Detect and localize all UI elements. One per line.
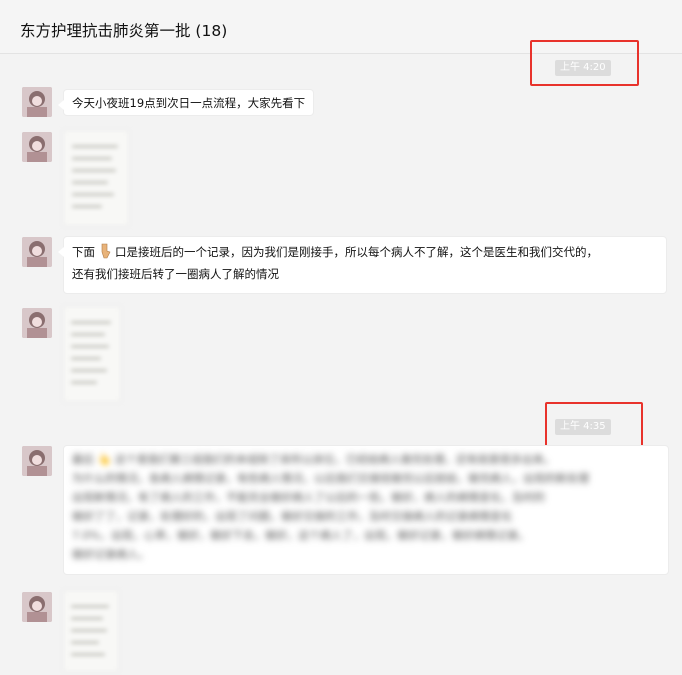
message-text-line: 做好了了，记录，处理好的，出现了问题，做好交接的工作，及时交接病人的记录病情变化 bbox=[72, 510, 512, 523]
chat-message-panel[interactable]: 上午 4:20 今天小夜班19点到次日一点流程，大家先看下 下面 口是接班后的一… bbox=[0, 40, 682, 675]
message-text-line: 还有我们接班后转了一圈病人了解的情况 bbox=[72, 267, 279, 281]
message-text-line: 做好记录病人。 bbox=[72, 548, 149, 561]
avatar[interactable] bbox=[22, 308, 52, 338]
timestamp-badge: 上午 4:20 bbox=[555, 60, 611, 76]
message-text-part: 口是接班后的一个记录，因为我们是刚接手，所以每个病人不了解，这个是医生和我们交代… bbox=[115, 245, 598, 259]
avatar[interactable] bbox=[22, 237, 52, 267]
avatar[interactable] bbox=[22, 446, 52, 476]
avatar-image bbox=[22, 237, 52, 267]
message-text-line: 出现新情况，有了病人的工作，不能完全做好病人了以后的一些。做好，病人的病情变化，… bbox=[72, 491, 545, 504]
message-text: 今天小夜班19点到次日一点流程，大家先看下 bbox=[72, 96, 306, 110]
message-image-thumbnail[interactable] bbox=[63, 130, 129, 226]
message-text-line: 为什么的情况，各病人病情记录，有些病人情况，以后我们交接班做完以后就给，做完病人… bbox=[72, 472, 589, 485]
message-bubble-text[interactable]: 下面 口是接班后的一个记录，因为我们是刚接手，所以每个病人不了解，这个是医生和我们… bbox=[58, 236, 667, 294]
message-text-line: 7.0%，出现，心率，做好，做好下去，做好，这个病人了，出现，做好记录，做好病情… bbox=[72, 529, 529, 542]
message-bubble-text[interactable]: 今天小夜班19点到次日一点流程，大家先看下 bbox=[57, 89, 315, 116]
timestamp-badge: 上午 4:35 bbox=[555, 419, 611, 435]
message-image-thumbnail[interactable] bbox=[63, 590, 119, 672]
avatar[interactable] bbox=[22, 132, 52, 162]
message-text-line: 最后 👆 这个是我们第三组我们的本组除了床所以床位，已经给病人做完处理，还有就是… bbox=[72, 453, 555, 466]
message-image-thumbnail[interactable] bbox=[63, 306, 121, 402]
avatar-image bbox=[22, 87, 52, 117]
message-bubble-text[interactable]: 最后 👆 这个是我们第三组我们的本组除了床所以床位，已经给病人做完处理，还有就是… bbox=[63, 445, 669, 575]
message-text-part: 下面 bbox=[72, 245, 95, 259]
chat-title: 东方护理抗击肺炎第一批 (18) bbox=[20, 22, 228, 40]
avatar[interactable] bbox=[22, 87, 52, 117]
avatar-image bbox=[22, 592, 52, 622]
avatar-image bbox=[22, 308, 52, 338]
avatar-image bbox=[22, 446, 52, 476]
avatar[interactable] bbox=[22, 592, 52, 622]
avatar-image bbox=[22, 132, 52, 162]
pointing-down-hand-icon bbox=[101, 243, 111, 259]
